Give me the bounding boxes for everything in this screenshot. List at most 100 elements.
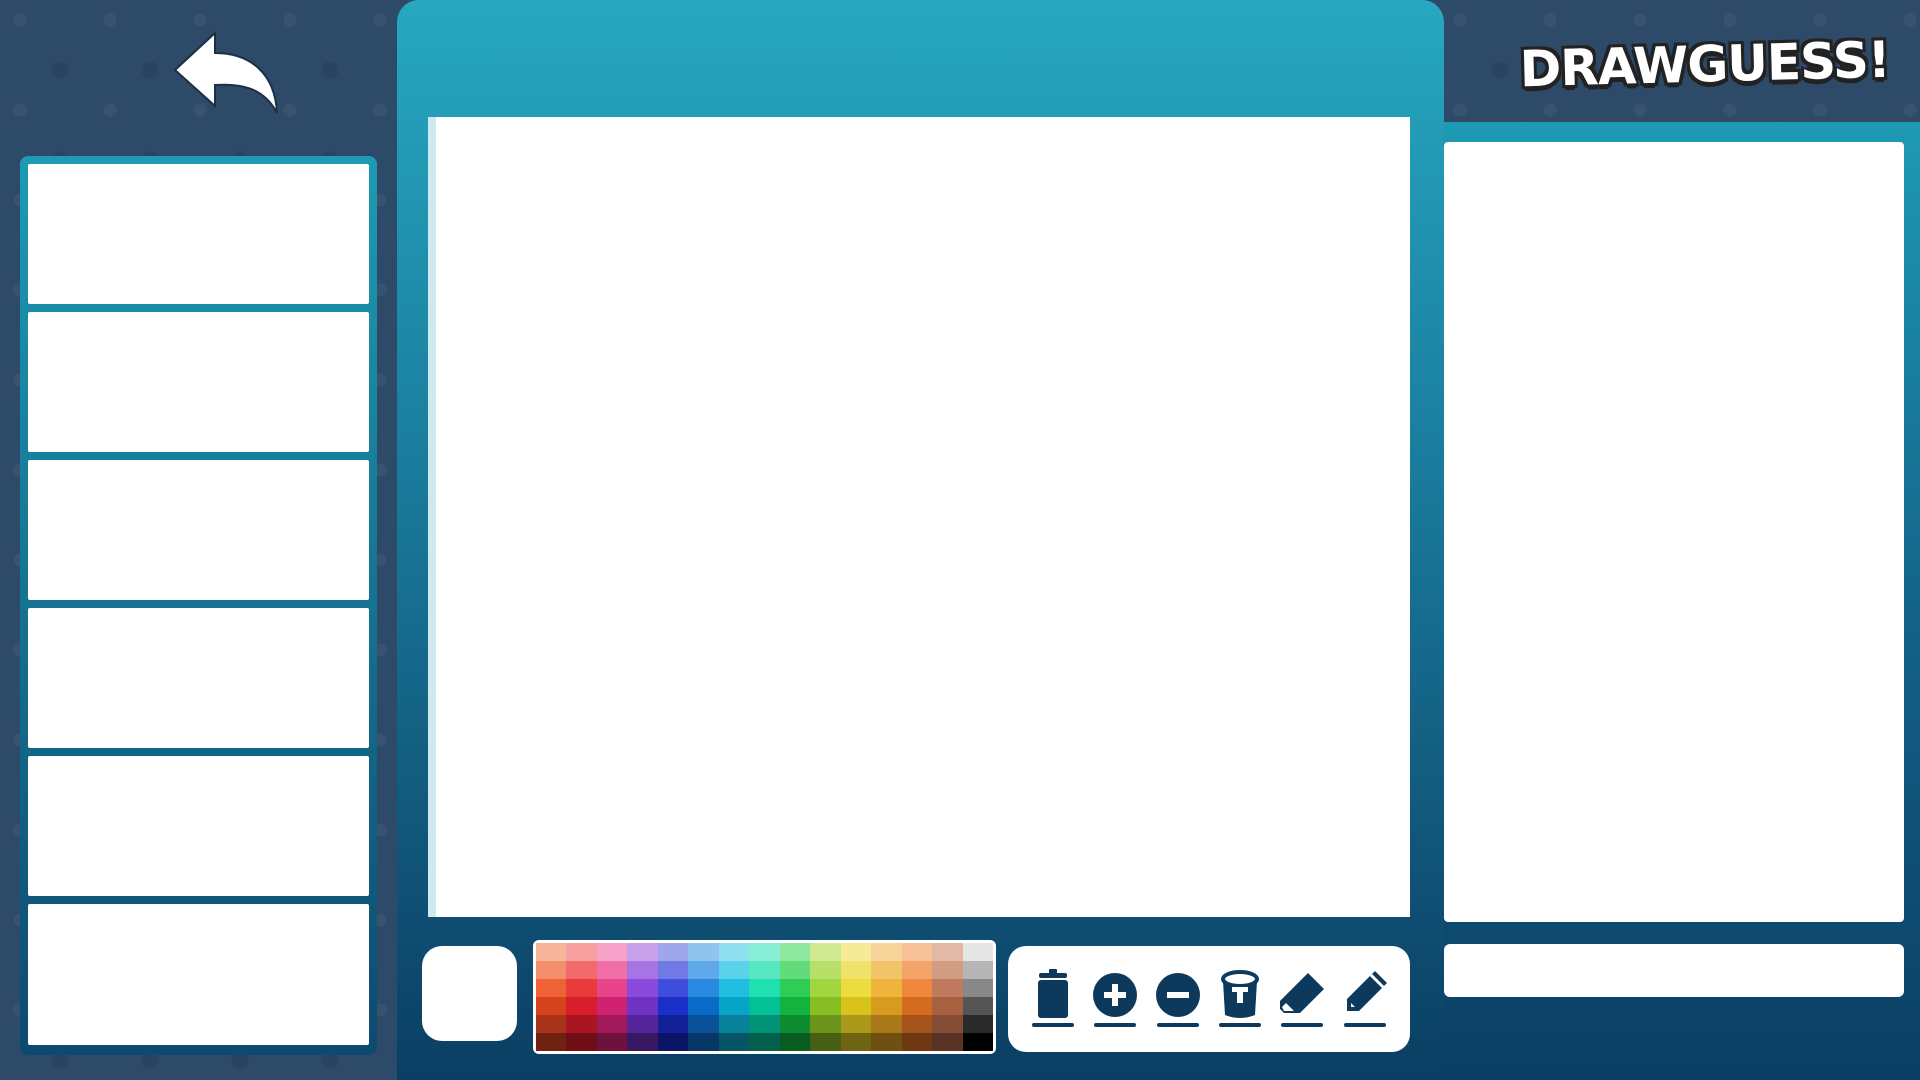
color-swatch[interactable] [596,979,628,997]
color-swatch[interactable] [962,961,993,979]
color-swatch[interactable] [901,1015,933,1033]
color-swatch[interactable] [566,997,597,1015]
color-swatch[interactable] [901,997,933,1015]
color-swatch[interactable] [536,979,567,997]
color-swatch[interactable] [536,1033,567,1051]
eraser-button[interactable] [1278,969,1326,1029]
chat-input[interactable] [1444,944,1904,997]
color-swatch[interactable] [566,943,597,961]
color-swatch[interactable] [779,979,811,997]
color-swatch[interactable] [779,943,811,961]
pencil-button[interactable] [1341,969,1389,1029]
color-swatch[interactable] [779,1033,811,1051]
drawing-canvas[interactable] [428,117,1410,917]
color-swatch[interactable] [962,979,993,997]
color-swatch[interactable] [749,1015,780,1033]
color-swatch[interactable] [596,943,628,961]
color-swatch[interactable] [627,943,658,961]
color-swatch[interactable] [962,943,993,961]
color-swatch[interactable] [840,979,872,997]
color-swatch[interactable] [596,1015,628,1033]
color-swatch[interactable] [871,1015,902,1033]
color-swatch[interactable] [718,961,750,979]
color-swatch[interactable] [718,1033,750,1051]
color-swatch[interactable] [779,961,811,979]
clear-button[interactable] [1029,969,1077,1029]
color-swatch[interactable] [932,943,963,961]
color-swatch[interactable] [688,1033,719,1051]
color-swatch[interactable] [627,1033,658,1051]
color-swatch[interactable] [840,943,872,961]
color-swatch[interactable] [536,961,567,979]
color-swatch[interactable] [718,1015,750,1033]
color-swatch[interactable] [840,961,872,979]
color-swatch[interactable] [627,961,658,979]
color-swatch[interactable] [932,1015,963,1033]
color-swatch[interactable] [688,979,719,997]
color-swatch[interactable] [871,979,902,997]
color-swatch[interactable] [688,961,719,979]
color-swatch[interactable] [596,1033,628,1051]
color-swatch[interactable] [688,1015,719,1033]
color-swatch[interactable] [657,1033,689,1051]
color-swatch[interactable] [932,997,963,1015]
color-swatch[interactable] [566,979,597,997]
color-swatch[interactable] [810,1015,841,1033]
color-swatch[interactable] [536,943,567,961]
color-swatch[interactable] [871,943,902,961]
color-swatch[interactable] [901,943,933,961]
color-swatch[interactable] [749,943,780,961]
color-swatch[interactable] [627,979,658,997]
color-swatch[interactable] [962,997,993,1015]
color-swatch[interactable] [657,1015,689,1033]
color-swatch[interactable] [871,997,902,1015]
color-swatch[interactable] [566,1033,597,1051]
color-swatch[interactable] [657,943,689,961]
color-swatch[interactable] [901,979,933,997]
fill-bucket-button[interactable] [1216,969,1264,1029]
color-swatch[interactable] [871,961,902,979]
color-swatch[interactable] [810,1033,841,1051]
color-swatch[interactable] [962,1033,993,1051]
zoom-out-button[interactable] [1154,969,1202,1029]
color-swatch[interactable] [779,997,811,1015]
color-swatch[interactable] [810,979,841,997]
color-swatch[interactable] [718,997,750,1015]
color-swatch[interactable] [657,961,689,979]
color-swatch[interactable] [688,997,719,1015]
player-list [20,156,377,1055]
color-swatch[interactable] [749,979,780,997]
color-swatch[interactable] [566,961,597,979]
color-swatch[interactable] [779,1015,811,1033]
color-swatch[interactable] [932,1033,963,1051]
color-swatch[interactable] [688,943,719,961]
zoom-in-button[interactable] [1091,969,1139,1029]
color-swatch[interactable] [932,961,963,979]
color-swatch[interactable] [749,961,780,979]
color-swatch[interactable] [749,1033,780,1051]
color-swatch[interactable] [840,1033,872,1051]
color-swatch[interactable] [810,943,841,961]
color-swatch[interactable] [536,997,567,1015]
color-swatch[interactable] [627,997,658,1015]
color-swatch[interactable] [810,961,841,979]
color-swatch[interactable] [901,1033,933,1051]
color-swatch[interactable] [657,997,689,1015]
color-swatch[interactable] [901,961,933,979]
back-button[interactable] [165,28,285,123]
color-swatch[interactable] [962,1015,993,1033]
color-swatch[interactable] [932,979,963,997]
color-swatch[interactable] [871,1033,902,1051]
color-swatch[interactable] [840,1015,872,1033]
color-swatch[interactable] [536,1015,567,1033]
color-swatch[interactable] [749,997,780,1015]
color-swatch[interactable] [718,943,750,961]
color-swatch[interactable] [596,997,628,1015]
color-swatch[interactable] [810,997,841,1015]
color-swatch[interactable] [566,1015,597,1033]
color-swatch[interactable] [657,979,689,997]
color-swatch[interactable] [718,979,750,997]
color-swatch[interactable] [627,1015,658,1033]
color-swatch[interactable] [596,961,628,979]
color-swatch[interactable] [840,997,872,1015]
